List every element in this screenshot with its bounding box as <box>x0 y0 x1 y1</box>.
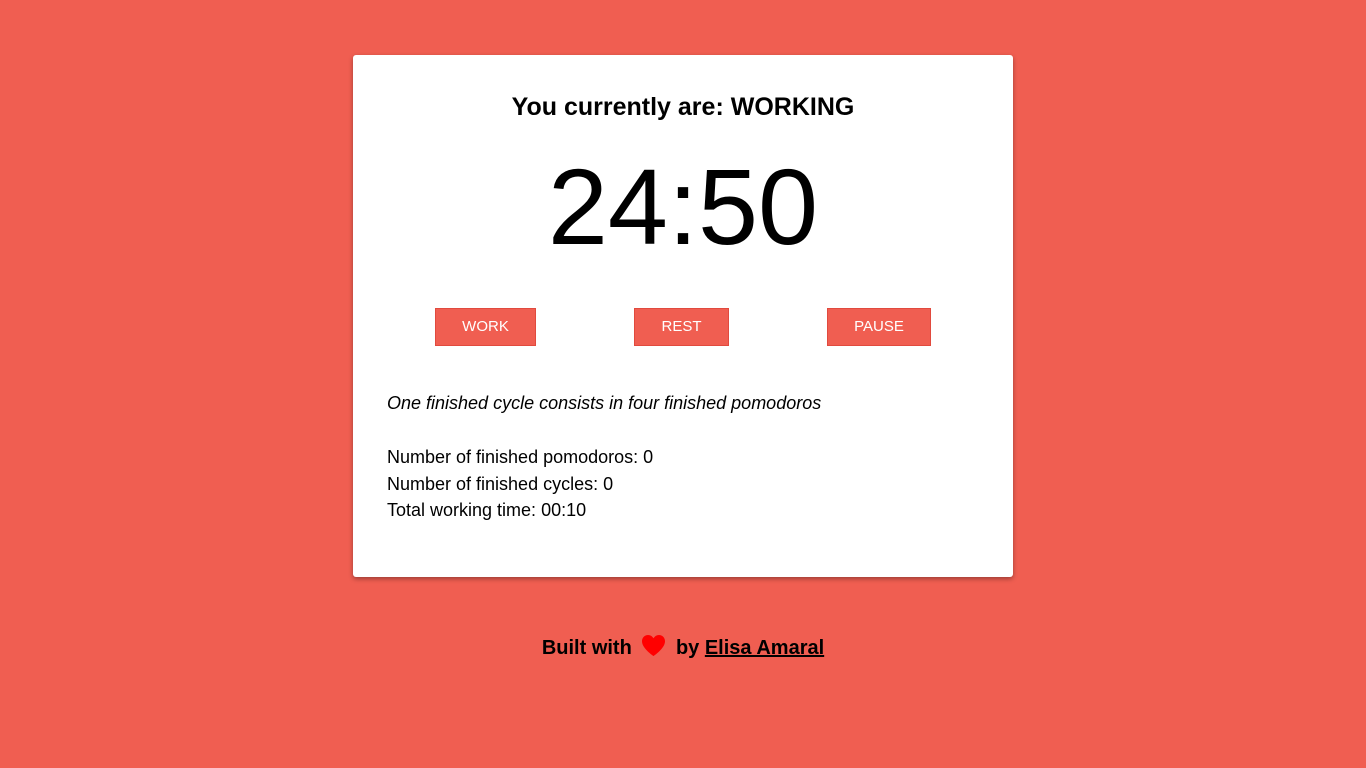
pomodoro-card: You currently are: WORKING 24:50 WORK RE… <box>353 55 1013 577</box>
stats-panel: Number of finished pomodoros: 0 Number o… <box>387 444 653 524</box>
heart-icon <box>641 634 666 667</box>
footer-middle: by <box>675 637 700 659</box>
total-working-time-stat: Total working time: 00:10 <box>387 497 653 524</box>
status-label: You currently are: <box>511 93 731 121</box>
status-heading: You currently are: WORKING <box>353 91 1013 123</box>
rest-button[interactable]: REST <box>634 308 729 346</box>
status-state: WORKING <box>730 93 855 121</box>
finished-cycles-value: 0 <box>603 473 614 494</box>
cycle-note: One finished cycle consists in four fini… <box>387 393 822 413</box>
finished-pomodoros-value: 0 <box>643 447 654 467</box>
author-link[interactable]: Elisa Amaral <box>705 637 824 659</box>
finished-pomodoros-stat: Number of finished pomodoros: 0 <box>387 444 653 471</box>
footer: Built with by Elisa Amaral <box>0 632 1366 667</box>
work-button[interactable]: WORK <box>435 308 536 346</box>
timer-display: 24:50 <box>547 146 819 267</box>
finished-pomodoros-label: Number of finished pomodoros: <box>387 447 644 467</box>
footer-prefix: Built with <box>541 637 632 659</box>
total-working-time-label: Total working time: <box>387 500 542 520</box>
pause-button[interactable]: PAUSE <box>827 308 931 346</box>
finished-cycles-label: Number of finished cycles: <box>387 473 604 494</box>
total-working-time-value: 00:10 <box>541 500 587 520</box>
finished-cycles-stat: Number of finished cycles: 0 <box>387 471 653 498</box>
